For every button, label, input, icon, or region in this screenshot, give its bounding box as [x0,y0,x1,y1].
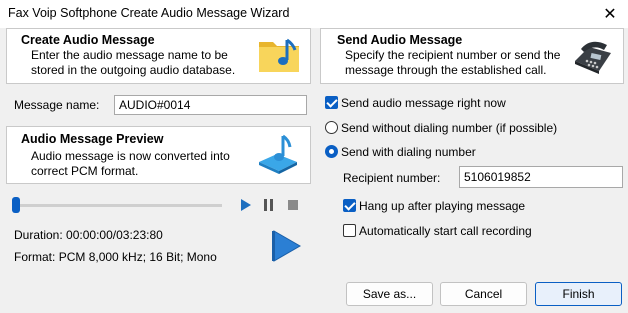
send-message-title: Send Audio Message [337,33,463,47]
preview-line2: correct PCM format. [31,164,139,178]
play-icon[interactable] [240,199,252,211]
create-message-title: Create Audio Message [21,33,155,47]
format-label: Format: [14,250,56,264]
send-now-label[interactable]: Send audio message right now [341,96,506,110]
music-folder-icon [259,38,299,72]
phone-icon [575,41,611,74]
send-message-panel: Send Audio Message Specify the recipient… [320,28,624,84]
send-now-check[interactable] [325,96,338,109]
create-message-panel: Create Audio Message Enter the audio mes… [6,28,311,84]
preview-line1: Audio message is now converted into [31,149,230,163]
preview-title: Audio Message Preview [21,132,164,146]
message-name-label: Message name: [14,98,100,112]
with-dialing-radio-dot[interactable] [325,145,338,158]
next-arrow-icon [272,230,302,262]
playback-slider[interactable] [12,197,222,213]
format-row: Format: PCM 8,000 kHz; 16 Bit; Mono [14,250,217,264]
with-dialing-label[interactable]: Send with dialing number [341,145,476,159]
message-name-field[interactable]: AUDIO#0014 [114,95,307,115]
duration-label: Duration: [14,228,63,242]
duration-row: Duration: 00:00:00/03:23:80 [14,228,163,242]
slider-thumb[interactable] [12,197,20,213]
pause-icon[interactable] [264,199,274,211]
hangup-label[interactable]: Hang up after playing message [359,199,525,213]
slider-track [12,204,222,207]
send-message-line2: message through the established call. [345,63,547,77]
close-icon: ✕ [603,6,617,23]
stop-icon[interactable] [288,200,298,210]
title-bar: Fax Voip Softphone Create Audio Message … [0,0,628,28]
create-message-line2: stored in the outgoing audio database. [31,63,236,77]
cancel-button[interactable]: Cancel [440,282,527,306]
create-message-line1: Enter the audio message name to be [31,48,228,62]
window-title: Fax Voip Softphone Create Audio Message … [8,6,290,20]
preview-panel: Audio Message Preview Audio message is n… [6,126,311,184]
without-dialing-radio-dot[interactable] [325,121,338,134]
without-dialing-label[interactable]: Send without dialing number (if possible… [341,121,557,135]
music-note-icon [259,134,297,174]
format-value: PCM 8,000 kHz; 16 Bit; Mono [58,250,217,264]
send-message-line1: Specify the recipient number or send the [345,48,561,62]
hangup-check[interactable] [343,199,356,212]
close-button[interactable]: ✕ [592,0,628,28]
save-as-button[interactable]: Save as... [346,282,433,306]
recipient-label: Recipient number: [343,171,441,185]
recipient-number-field[interactable]: 5106019852 [459,166,623,188]
duration-value: 00:00:00/03:23:80 [66,228,163,242]
auto-record-check[interactable] [343,224,356,237]
finish-button[interactable]: Finish [535,282,622,306]
auto-record-label[interactable]: Automatically start call recording [359,224,532,238]
